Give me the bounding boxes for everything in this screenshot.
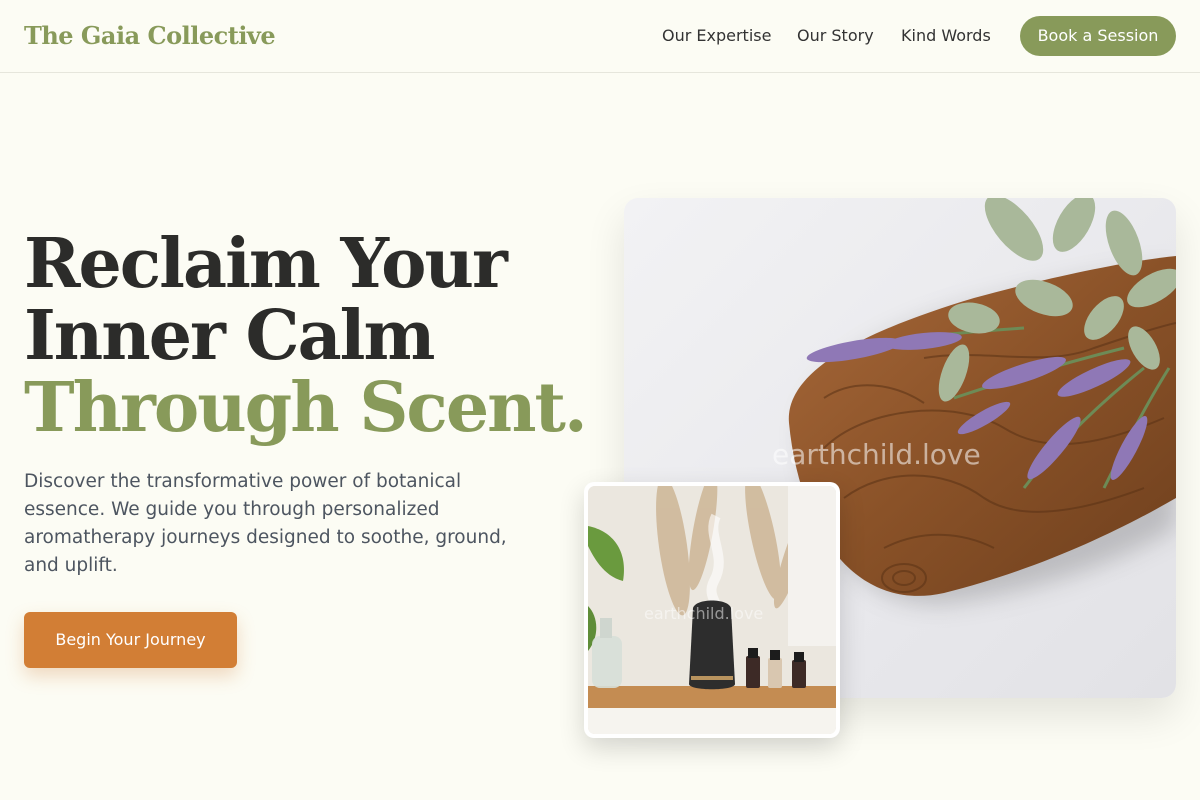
brand-logo[interactable]: The Gaia Collective (24, 21, 276, 50)
site-header: The Gaia Collective Our Expertise Our St… (0, 0, 1200, 73)
inset-photo: earthchild.love (588, 486, 836, 734)
hero-heading-line-1: Reclaim Your (24, 224, 508, 304)
nav-link-our-story[interactable]: Our Story (797, 26, 874, 45)
hero-heading-accent: Through Scent. (24, 368, 588, 448)
hero-heading-line-2: Inner Calm (24, 296, 435, 376)
begin-journey-button[interactable]: Begin Your Journey (24, 612, 237, 668)
book-session-button[interactable]: Book a Session (1020, 16, 1176, 56)
hero-inset-image: earthchild.love (584, 482, 840, 738)
inset-image-watermark: earthchild.love (644, 604, 764, 623)
nav-link-our-expertise[interactable]: Our Expertise (662, 26, 771, 45)
nav-link-kind-words[interactable]: Kind Words (901, 26, 991, 45)
main-image-watermark: earthchild.love (772, 438, 981, 471)
hero-heading: Reclaim Your Inner Calm Through Scent. (24, 224, 588, 448)
hero-description: Discover the transformative power of bot… (24, 471, 507, 576)
